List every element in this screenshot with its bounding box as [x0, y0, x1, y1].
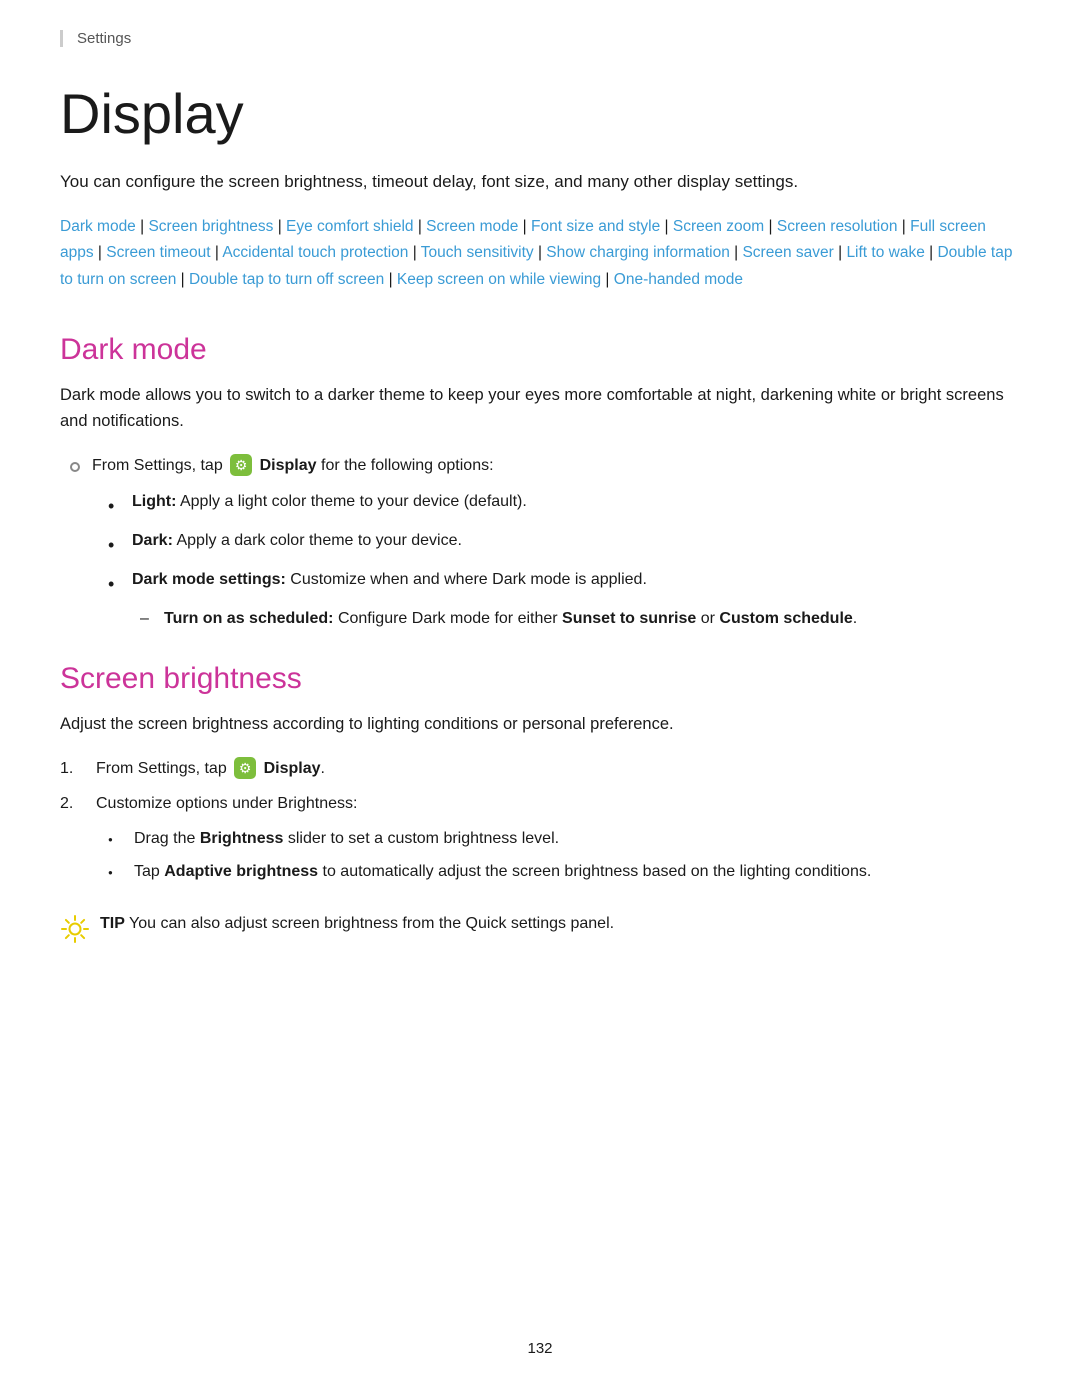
dark-mode-settings-item: • Dark mode settings: Customize when and…: [108, 568, 1020, 599]
toc-link[interactable]: Dark mode: [60, 218, 136, 235]
drag-brightness-text: Drag the Brightness slider to set a cust…: [134, 827, 559, 852]
bullet-dot-2: •: [108, 532, 132, 560]
step1-prefix: From Settings, tap: [96, 760, 231, 777]
schedule-item-text: Turn on as scheduled: Configure Dark mod…: [164, 607, 857, 632]
step-1-num: 1.: [60, 757, 96, 782]
for-options: for the following options:: [317, 457, 494, 474]
dark-item-text: Dark: Apply a dark color theme to your d…: [132, 529, 462, 554]
screen-brightness-intro: Adjust the screen brightness according t…: [60, 712, 1020, 738]
screen-brightness-title: Screen brightness: [60, 662, 1020, 696]
toc-link[interactable]: Keep screen on while viewing: [397, 271, 601, 288]
toc-link[interactable]: Font size and style: [531, 218, 660, 235]
brightness-drag-item: ● Drag the Brightness slider to set a cu…: [108, 827, 1020, 852]
toc-link[interactable]: Lift to wake: [846, 244, 924, 261]
tip-icon: [60, 914, 100, 953]
tip-label: TIP: [100, 915, 125, 932]
toc-link[interactable]: Screen mode: [426, 218, 518, 235]
toc-link[interactable]: Accidental touch protection: [222, 244, 408, 261]
toc-link[interactable]: Screen brightness: [148, 218, 273, 235]
toc-link[interactable]: Show charging information: [546, 244, 730, 261]
step-2-content: Customize options under Brightness:: [96, 792, 1020, 817]
toc-link[interactable]: One-handed mode: [614, 271, 743, 288]
dark-mode-from-settings: From Settings, tap Display for the follo…: [60, 454, 1020, 480]
dark-mode-step-text: From Settings, tap Display for the follo…: [92, 454, 494, 478]
brightness-step-1: 1. From Settings, tap Display.: [60, 757, 1020, 782]
screen-brightness-section: Screen brightness Adjust the screen brig…: [60, 662, 1020, 954]
dark-settings-item-text: Dark mode settings: Customize when and w…: [132, 568, 647, 593]
breadcrumb-text: Settings: [77, 30, 131, 47]
dark-mode-light-item: • Light: Apply a light color theme to yo…: [108, 490, 1020, 521]
toc-link[interactable]: Screen saver: [742, 244, 833, 261]
toc-link[interactable]: Screen zoom: [673, 218, 764, 235]
tip-text-container: TIP You can also adjust screen brightnes…: [100, 912, 614, 937]
dark-mode-schedule-item: – Turn on as scheduled: Configure Dark m…: [140, 607, 1020, 632]
small-bullet-1: ●: [108, 834, 128, 846]
tip-text: You can also adjust screen brightness fr…: [125, 915, 614, 932]
step1-period: .: [321, 760, 325, 777]
toc-links: Dark mode | Screen brightness | Eye comf…: [60, 214, 1020, 293]
settings-icon-2: [234, 757, 256, 779]
page-number: 132: [0, 1340, 1080, 1357]
brightness-adaptive-item: ● Tap Adaptive brightness to automatical…: [108, 860, 1020, 885]
bullet-dot-1: •: [108, 493, 132, 521]
sub-bullet-dash: –: [140, 607, 164, 632]
dark-mode-dark-item: • Dark: Apply a dark color theme to your…: [108, 529, 1020, 560]
page-container: Settings Display You can configure the s…: [0, 0, 1080, 1397]
toc-link[interactable]: Eye comfort shield: [286, 218, 414, 235]
brightness-step-2: 2. Customize options under Brightness:: [60, 792, 1020, 817]
small-bullet-2: ●: [108, 867, 128, 879]
dark-mode-title: Dark mode: [60, 333, 1020, 367]
sun-icon: [60, 914, 90, 944]
toc-link[interactable]: Double tap to turn off screen: [189, 271, 384, 288]
circle-bullet-shape: [70, 462, 80, 472]
step-2-num: 2.: [60, 792, 96, 817]
bullet-dot-3: •: [108, 571, 132, 599]
tip-box: TIP You can also adjust screen brightnes…: [60, 912, 1020, 953]
step2-text: Customize options under Brightness:: [96, 795, 357, 812]
toc-link[interactable]: Screen resolution: [777, 218, 898, 235]
display-label: Display: [260, 457, 317, 474]
toc-link[interactable]: Screen timeout: [106, 244, 210, 261]
breadcrumb: Settings: [60, 30, 1020, 47]
adaptive-brightness-text: Tap Adaptive brightness to automatically…: [134, 860, 871, 885]
toc-link[interactable]: Touch sensitivity: [421, 244, 534, 261]
settings-icon: [230, 454, 252, 476]
display-label-2: Display: [264, 760, 321, 777]
circle-bullet-icon: [60, 456, 92, 480]
step-1-content: From Settings, tap Display.: [96, 757, 1020, 782]
dark-mode-intro: Dark mode allows you to switch to a dark…: [60, 383, 1020, 434]
light-item-text: Light: Apply a light color theme to your…: [132, 490, 527, 515]
page-title: Display: [60, 83, 1020, 145]
intro-text: You can configure the screen brightness,…: [60, 169, 1020, 195]
from-settings-prefix: From Settings, tap: [92, 457, 227, 474]
